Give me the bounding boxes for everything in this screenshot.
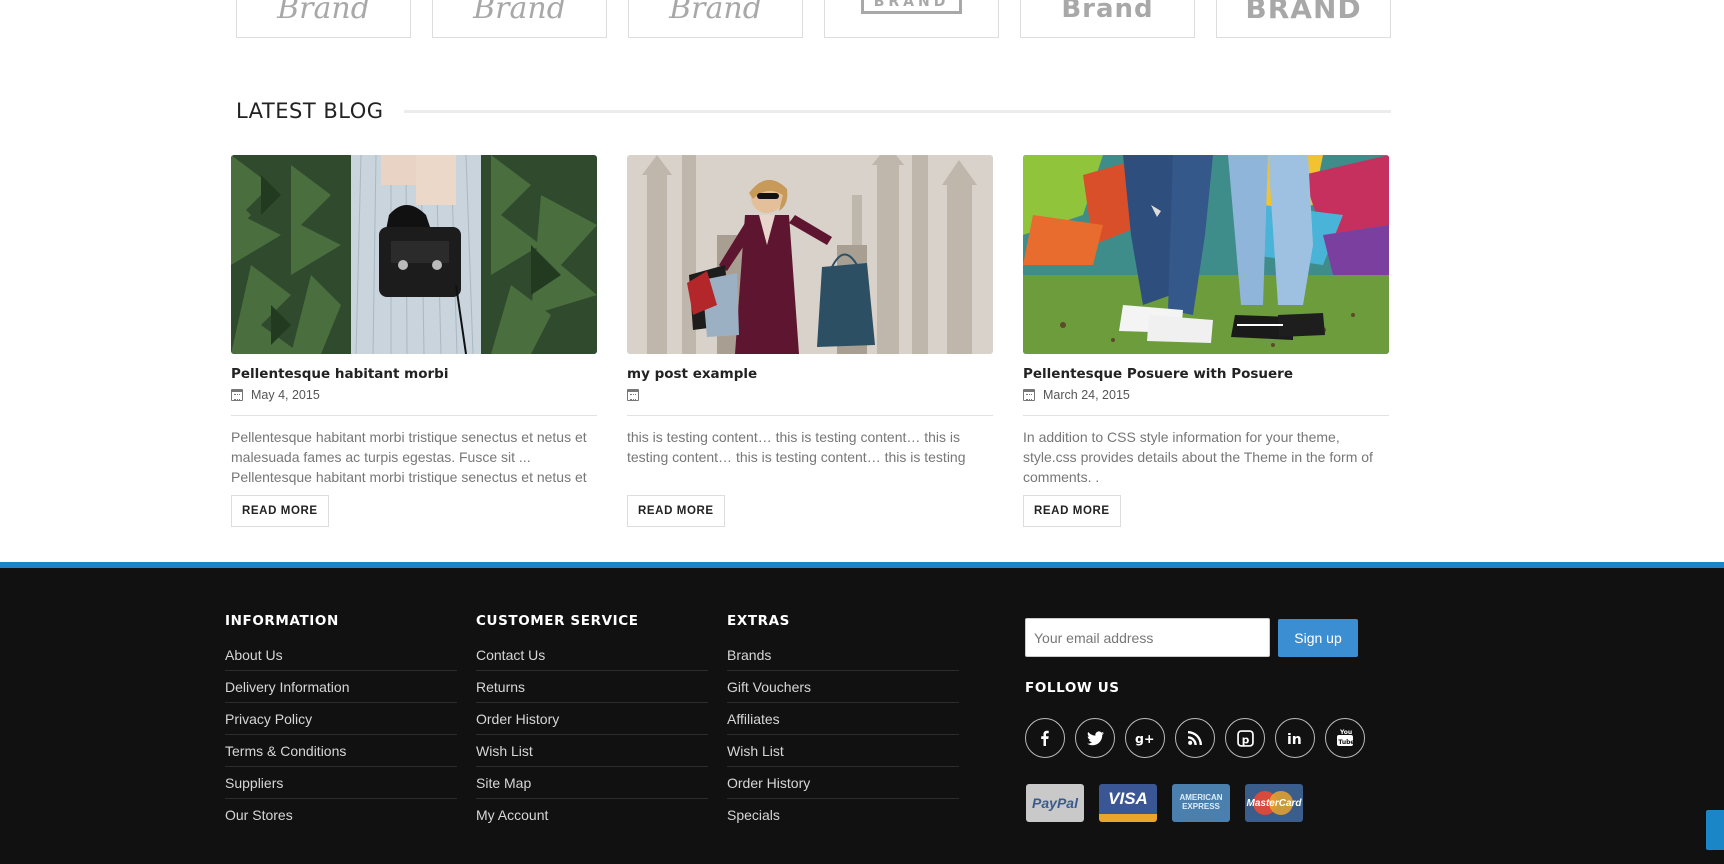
post-excerpt: Pellentesque habitant morbi tristique se… [231, 429, 587, 485]
post-image[interactable] [1023, 155, 1389, 354]
read-more-button[interactable]: READ MORE [1023, 495, 1121, 527]
email-field[interactable] [1025, 618, 1270, 657]
linkedin-icon[interactable]: in [1275, 718, 1315, 758]
youtube-icon[interactable]: Tube You [1325, 718, 1365, 758]
social-links: g+ p in Tube You [1025, 718, 1365, 758]
mastercard-label: MasterCard [1246, 797, 1302, 809]
post-excerpt: this is testing content… this is testing… [627, 429, 966, 465]
post-image[interactable] [231, 155, 597, 354]
post-image[interactable] [627, 155, 993, 354]
footer-link[interactable]: About Us [225, 639, 457, 671]
brand-logo-text: BRAND [860, 0, 963, 14]
footer-link[interactable]: Order History [727, 767, 959, 799]
brand-logo-text: BRAND [1245, 0, 1362, 25]
svg-text:Tube: Tube [1338, 739, 1354, 746]
signup-button[interactable]: Sign up [1278, 619, 1358, 657]
post-date [627, 387, 993, 403]
follow-us-title: FOLLOW US [1025, 680, 1120, 696]
brand-logo[interactable]: BRAND [1216, 0, 1391, 38]
section-title: LATEST BLOG [236, 99, 384, 123]
post-date-text: March 24, 2015 [1043, 388, 1130, 402]
brand-logo[interactable]: Brand [432, 0, 607, 38]
calendar-icon [627, 389, 639, 401]
footer-column-extras: EXTRAS Brands Gift Vouchers Affiliates W… [727, 613, 959, 831]
svg-text:p: p [1241, 733, 1249, 746]
svg-text:You: You [1339, 729, 1352, 736]
post-divider [231, 415, 597, 416]
back-to-top-button[interactable] [1706, 810, 1724, 850]
blog-post: Pellentesque Posuere with Posuere March … [1023, 155, 1389, 530]
footer-link[interactable]: Delivery Information [225, 671, 457, 703]
footer-link[interactable]: Order History [476, 703, 708, 735]
footer-link[interactable]: Specials [727, 799, 959, 831]
visa-icon: VISA [1099, 784, 1157, 822]
footer-link[interactable]: Brands [727, 639, 959, 671]
footer: INFORMATION About Us Delivery Informatio… [0, 562, 1724, 864]
twitter-icon[interactable] [1075, 718, 1115, 758]
post-date: March 24, 2015 [1023, 387, 1389, 403]
read-more-button[interactable]: READ MORE [627, 495, 725, 527]
section-divider [403, 109, 1391, 113]
footer-column-title: CUSTOMER SERVICE [476, 613, 639, 629]
read-more-button[interactable]: READ MORE [231, 495, 329, 527]
footer-column-information: INFORMATION About Us Delivery Informatio… [225, 613, 457, 831]
footer-link[interactable]: Wish List [727, 735, 959, 767]
svg-text:in: in [1287, 732, 1302, 746]
brand-logo[interactable]: Brand [1020, 0, 1195, 38]
blog-posts: Pellentesque habitant morbi May 4, 2015 … [231, 155, 1389, 530]
latest-blog-header: LATEST BLOG [236, 99, 1391, 123]
footer-column-title: EXTRAS [727, 613, 791, 629]
footer-link[interactable]: Returns [476, 671, 708, 703]
pinterest-icon[interactable]: p [1225, 718, 1265, 758]
blog-post: Pellentesque habitant morbi May 4, 2015 … [231, 155, 597, 530]
footer-link[interactable]: Our Stores [225, 799, 457, 831]
brand-strip: Brand Brand Brand BRAND Brand BRAND [236, 0, 1391, 38]
post-excerpt: In addition to CSS style information for… [1023, 429, 1373, 485]
newsletter-form: Sign up [1025, 618, 1358, 657]
footer-link[interactable]: Privacy Policy [225, 703, 457, 735]
footer-link[interactable]: Gift Vouchers [727, 671, 959, 703]
amex-icon: AMERICAN EXPRESS [1172, 784, 1230, 822]
footer-column-title: INFORMATION [225, 613, 339, 629]
brand-logo-text: Brand [473, 0, 566, 26]
brand-logo[interactable]: Brand [236, 0, 411, 38]
footer-link[interactable]: My Account [476, 799, 708, 831]
post-title[interactable]: Pellentesque Posuere with Posuere [1023, 366, 1389, 382]
mastercard-icon: MasterCard [1245, 784, 1303, 822]
rss-icon[interactable] [1175, 718, 1215, 758]
brand-logo[interactable]: Brand [628, 0, 803, 38]
footer-link[interactable]: Site Map [476, 767, 708, 799]
calendar-icon [231, 389, 243, 401]
brand-logo-text: Brand [1061, 0, 1154, 24]
post-title[interactable]: Pellentesque habitant morbi [231, 366, 597, 382]
blog-post: my post example this is testing content…… [627, 155, 993, 530]
post-date-text: May 4, 2015 [251, 388, 320, 402]
footer-link[interactable]: Affiliates [727, 703, 959, 735]
payment-methods: PayPal VISA AMERICAN EXPRESS MasterCard [1026, 784, 1303, 822]
footer-link[interactable]: Contact Us [476, 639, 708, 671]
footer-column-customer-service: CUSTOMER SERVICE Contact Us Returns Orde… [476, 613, 708, 831]
post-divider [627, 415, 993, 416]
brand-logo[interactable]: BRAND [824, 0, 999, 38]
page: Brand Brand Brand BRAND Brand BRAND LATE… [0, 0, 1724, 864]
post-title[interactable]: my post example [627, 366, 993, 382]
brand-logo-text: Brand [669, 0, 762, 26]
paypal-icon: PayPal [1026, 784, 1084, 822]
calendar-icon [1023, 389, 1035, 401]
footer-link[interactable]: Wish List [476, 735, 708, 767]
brand-logo-text: Brand [277, 0, 370, 26]
post-divider [1023, 415, 1389, 416]
post-date: May 4, 2015 [231, 387, 597, 403]
footer-link[interactable]: Terms & Conditions [225, 735, 457, 767]
footer-link[interactable]: Suppliers [225, 767, 457, 799]
facebook-icon[interactable] [1025, 718, 1065, 758]
svg-text:g+: g+ [1135, 731, 1154, 746]
google-plus-icon[interactable]: g+ [1125, 718, 1165, 758]
